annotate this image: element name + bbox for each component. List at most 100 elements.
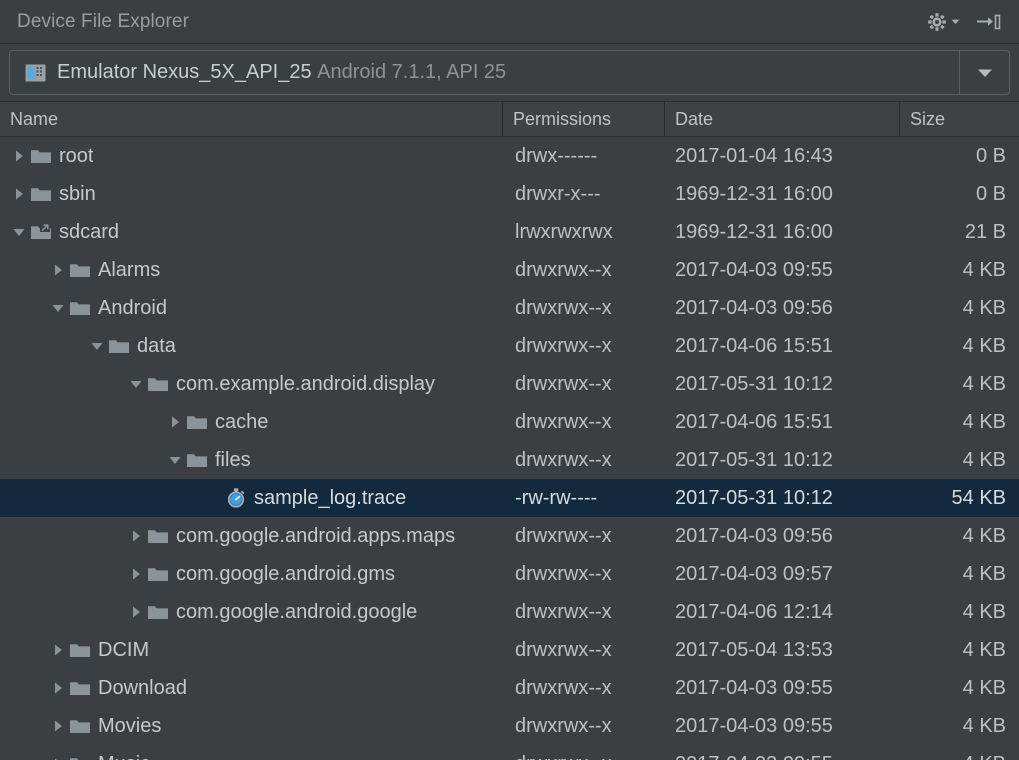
cell-size: 4 KB — [900, 707, 1019, 745]
table-row[interactable]: Alarmsdrwxrwx--x2017-04-03 09:554 KB — [0, 251, 1019, 289]
folder-icon — [186, 451, 208, 469]
cell-name[interactable]: com.google.android.google — [0, 593, 503, 631]
hide-panel-icon[interactable] — [975, 12, 1001, 32]
table-body: rootdrwx------2017-01-04 16:430 Bsbindrw… — [0, 137, 1019, 760]
table-row[interactable]: sdcardlrwxrwxrwx1969-12-31 16:0021 B — [0, 213, 1019, 251]
device-combobox-value[interactable]: Emulator Nexus_5X_API_25 Android 7.1.1, … — [10, 51, 959, 94]
chevron-right-icon[interactable] — [47, 643, 69, 657]
folder-icon — [69, 641, 91, 659]
gear-icon[interactable] — [926, 11, 948, 33]
cell-date: 2017-04-06 15:51 — [665, 403, 900, 441]
chevron-down-icon[interactable] — [8, 226, 30, 239]
cell-name[interactable]: data — [0, 327, 503, 365]
cell-name[interactable]: Download — [0, 669, 503, 707]
emulator-icon — [25, 64, 46, 82]
cell-name[interactable]: Alarms — [0, 251, 503, 289]
folder-icon — [147, 603, 169, 621]
cell-name[interactable]: files — [0, 441, 503, 479]
folder-icon — [186, 413, 208, 431]
device-details: Android 7.1.1, API 25 — [317, 61, 506, 83]
table-row[interactable]: rootdrwx------2017-01-04 16:430 B — [0, 137, 1019, 175]
cell-name[interactable]: root — [0, 137, 503, 175]
chevron-right-icon[interactable] — [47, 263, 69, 277]
column-header-name[interactable]: Name — [0, 102, 503, 136]
cell-name[interactable]: sdcard — [0, 213, 503, 251]
file-name-label: Android — [98, 297, 167, 320]
table-row[interactable]: com.google.android.gmsdrwxrwx--x2017-04-… — [0, 555, 1019, 593]
table-row[interactable]: com.example.android.displaydrwxrwx--x201… — [0, 365, 1019, 403]
column-header-date[interactable]: Date — [665, 102, 900, 136]
file-name-label: com.google.android.google — [176, 601, 417, 624]
device-combobox[interactable]: Emulator Nexus_5X_API_25 Android 7.1.1, … — [9, 50, 1010, 95]
chevron-down-icon[interactable] — [125, 378, 147, 391]
folder-icon — [147, 565, 169, 583]
table-row[interactable]: com.google.android.apps.mapsdrwxrwx--x20… — [0, 517, 1019, 555]
column-header-size[interactable]: Size — [900, 102, 1019, 136]
table-row[interactable]: Moviesdrwxrwx--x2017-04-03 09:554 KB — [0, 707, 1019, 745]
device-dropdown-arrow[interactable] — [959, 51, 1009, 94]
cell-name[interactable]: Music — [0, 745, 503, 760]
chevron-down-icon[interactable] — [86, 340, 108, 353]
table-header-row: Name Permissions Date Size — [0, 101, 1019, 137]
cell-permissions: drwxr-x--- — [503, 175, 665, 213]
chevron-down-icon[interactable] — [950, 16, 961, 27]
column-header-label: Name — [10, 109, 58, 130]
file-name-label: sample_log.trace — [254, 487, 406, 510]
cell-name[interactable]: Movies — [0, 707, 503, 745]
cell-name[interactable]: sample_log.trace — [0, 479, 503, 517]
device-selector-row: Emulator Nexus_5X_API_25 Android 7.1.1, … — [0, 44, 1019, 101]
folder-icon — [30, 185, 52, 203]
cell-size: 4 KB — [900, 365, 1019, 403]
folder-icon — [30, 147, 52, 165]
table-row[interactable]: sbindrwxr-x---1969-12-31 16:000 B — [0, 175, 1019, 213]
cell-name[interactable]: com.google.android.apps.maps — [0, 517, 503, 555]
table-row[interactable]: DCIMdrwxrwx--x2017-05-04 13:534 KB — [0, 631, 1019, 669]
chevron-right-icon[interactable] — [47, 681, 69, 695]
file-table: NamePermissionsDateSize rootdrwx------20… — [0, 101, 1019, 760]
cell-permissions: drwx------ — [503, 137, 665, 175]
folder-icon — [147, 375, 169, 393]
file-name-label: data — [137, 335, 176, 358]
cell-permissions: drwxrwx--x — [503, 707, 665, 745]
cell-size: 4 KB — [900, 669, 1019, 707]
table-row[interactable]: Androiddrwxrwx--x2017-04-03 09:564 KB — [0, 289, 1019, 327]
table-row[interactable]: cachedrwxrwx--x2017-04-06 15:514 KB — [0, 403, 1019, 441]
cell-permissions: drwxrwx--x — [503, 251, 665, 289]
folder-icon — [69, 261, 91, 279]
table-row[interactable]: sample_log.trace-rw-rw----2017-05-31 10:… — [0, 479, 1019, 517]
cell-size: 4 KB — [900, 441, 1019, 479]
table-row[interactable]: Musicdrwxrwx--x2017-04-03 09:554 KB — [0, 745, 1019, 760]
cell-name[interactable]: Android — [0, 289, 503, 327]
column-header-label: Date — [675, 109, 713, 130]
cell-name[interactable]: cache — [0, 403, 503, 441]
cell-name[interactable]: com.google.android.gms — [0, 555, 503, 593]
cell-size: 4 KB — [900, 631, 1019, 669]
chevron-right-icon[interactable] — [47, 719, 69, 733]
chevron-right-icon[interactable] — [8, 187, 30, 201]
cell-permissions: drwxrwx--x — [503, 403, 665, 441]
cell-name[interactable]: sbin — [0, 175, 503, 213]
chevron-right-icon[interactable] — [8, 149, 30, 163]
column-header-permissions[interactable]: Permissions — [503, 102, 665, 136]
table-row[interactable]: Downloaddrwxrwx--x2017-04-03 09:554 KB — [0, 669, 1019, 707]
table-row[interactable]: datadrwxrwx--x2017-04-06 15:514 KB — [0, 327, 1019, 365]
cell-date: 2017-04-03 09:55 — [665, 251, 900, 289]
chevron-right-icon[interactable] — [125, 567, 147, 581]
folder-icon — [69, 717, 91, 735]
chevron-down-icon[interactable] — [47, 302, 69, 315]
cell-permissions: drwxrwx--x — [503, 517, 665, 555]
file-name-label: Download — [98, 677, 187, 700]
device-name: Emulator Nexus_5X_API_25 — [57, 61, 312, 83]
table-row[interactable]: filesdrwxrwx--x2017-05-31 10:124 KB — [0, 441, 1019, 479]
cell-name[interactable]: com.example.android.display — [0, 365, 503, 403]
chevron-right-icon[interactable] — [125, 529, 147, 543]
chevron-right-icon[interactable] — [164, 415, 186, 429]
table-row[interactable]: com.google.android.googledrwxrwx--x2017-… — [0, 593, 1019, 631]
cell-size: 4 KB — [900, 327, 1019, 365]
chevron-right-icon[interactable] — [125, 605, 147, 619]
panel-titlebar: Device File Explorer — [0, 0, 1019, 44]
cell-name[interactable]: DCIM — [0, 631, 503, 669]
cell-date: 2017-05-04 13:53 — [665, 631, 900, 669]
chevron-down-icon[interactable] — [164, 454, 186, 467]
cell-permissions: drwxrwx--x — [503, 631, 665, 669]
